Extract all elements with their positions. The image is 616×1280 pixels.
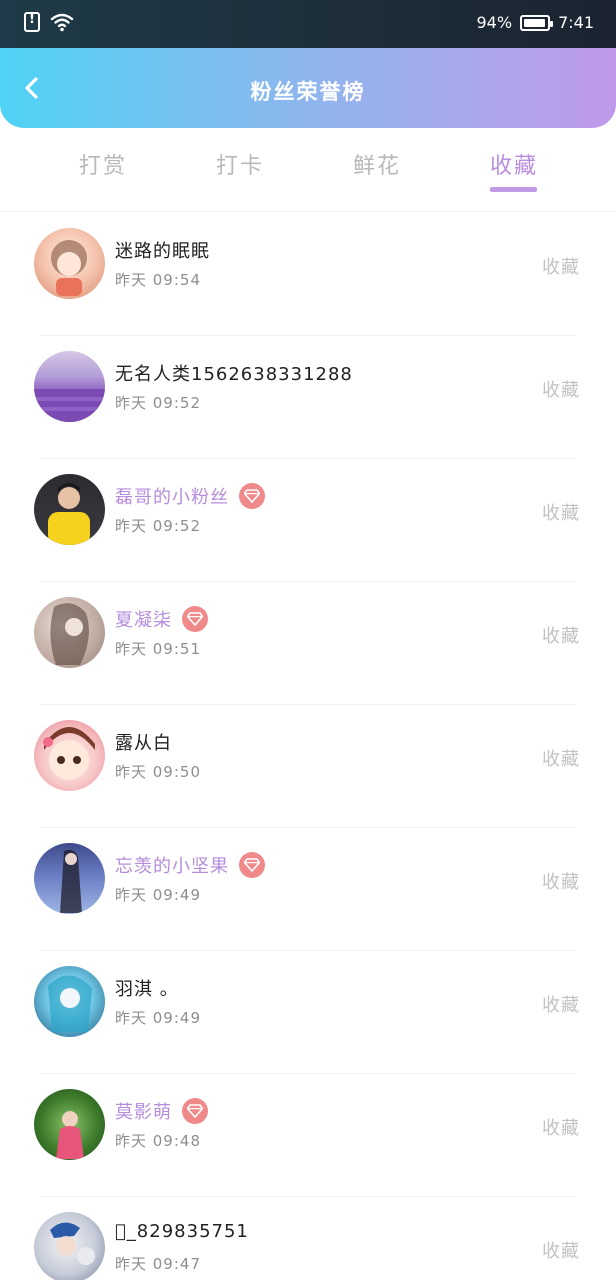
battery-icon — [520, 14, 554, 31]
avatar-image — [50, 1222, 95, 1265]
wifi-icon — [50, 13, 74, 32]
avatar[interactable] — [34, 1212, 105, 1280]
user-name[interactable]: 无名人类1562638331288 — [115, 360, 353, 386]
tab-shoucang[interactable]: 收藏 — [464, 148, 564, 180]
tab-daka[interactable]: 打卡 — [190, 148, 290, 180]
avatar[interactable] — [34, 966, 105, 1037]
diamond-icon — [187, 612, 203, 626]
diamond-icon — [244, 489, 260, 503]
clock: 7:41 — [558, 13, 594, 32]
timestamp: 昨天 09:48 — [115, 1132, 201, 1150]
timestamp: 昨天 09:54 — [115, 271, 201, 289]
user-name[interactable]: 忘羡的小坚果 — [115, 852, 229, 878]
avatar[interactable] — [34, 474, 105, 545]
list-item[interactable]: 磊哥的小粉丝 昨天 09:52 收藏 — [0, 459, 616, 582]
name-line: 忘羡的小坚果 — [115, 852, 265, 878]
action-label: 收藏 — [542, 749, 580, 770]
tab-dashang[interactable]: 打赏 — [53, 148, 153, 180]
vip-diamond-badge — [239, 483, 265, 509]
list-item[interactable]: 露从白 昨天 09:50 收藏 — [0, 705, 616, 828]
action-label: 收藏 — [542, 1241, 580, 1262]
avatar-image — [48, 975, 92, 1032]
action-label: 收藏 — [542, 1118, 580, 1139]
list-item[interactable]: 忘羡的小坚果 昨天 09:49 收藏 — [0, 828, 616, 951]
list-item[interactable]: 羽淇 。 昨天 09:49 收藏 — [0, 951, 616, 1074]
name-line: 露从白 — [115, 729, 172, 755]
list-item[interactable]:  _829835751 昨天 09:47 收藏 — [0, 1197, 616, 1280]
user-name[interactable]: 磊哥的小粉丝 — [115, 483, 229, 509]
name-line:  _829835751 — [115, 1221, 249, 1242]
timestamp: 昨天 09:52 — [115, 517, 201, 535]
battery-level-fill — [524, 18, 545, 27]
timestamp: 昨天 09:52 — [115, 394, 201, 412]
name-line: 磊哥的小粉丝 — [115, 483, 265, 509]
avatar-image — [34, 389, 105, 422]
avatar[interactable] — [34, 843, 105, 914]
action-label: 收藏 — [542, 626, 580, 647]
active-tab-indicator — [490, 187, 537, 192]
diamond-icon — [187, 1104, 203, 1118]
timestamp: 昨天 09:49 — [115, 886, 201, 904]
action-label: 收藏 — [542, 503, 580, 524]
vip-diamond-badge — [239, 852, 265, 878]
status-bar: 94% 7:41 — [0, 0, 616, 48]
battery-percent: 94% — [476, 13, 513, 32]
action-label: 收藏 — [542, 257, 580, 278]
user-name[interactable]:  _829835751 — [115, 1221, 249, 1242]
name-line: 夏凝柒 — [115, 606, 208, 632]
avatar[interactable] — [34, 720, 105, 791]
diamond-icon — [244, 858, 260, 872]
sim-alert-icon — [24, 12, 40, 32]
avatar-image — [43, 727, 95, 780]
list-item[interactable]: 无名人类1562638331288 昨天 09:52 收藏 — [0, 336, 616, 459]
avatar[interactable] — [34, 228, 105, 299]
vip-diamond-badge — [182, 1098, 208, 1124]
vip-diamond-badge — [182, 606, 208, 632]
timestamp: 昨天 09:50 — [115, 763, 201, 781]
action-label: 收藏 — [542, 872, 580, 893]
action-label: 收藏 — [542, 995, 580, 1016]
timestamp: 昨天 09:47 — [115, 1255, 201, 1273]
user-name[interactable]: 夏凝柒 — [115, 606, 172, 632]
avatar-image — [48, 483, 90, 545]
avatar-image — [60, 849, 82, 913]
avatar-image — [51, 240, 87, 296]
timestamp: 昨天 09:49 — [115, 1009, 201, 1027]
list-item[interactable]: 夏凝柒 昨天 09:51 收藏 — [0, 582, 616, 705]
name-line: 迷路的眠眠 — [115, 237, 210, 263]
list-item[interactable]: 迷路的眠眠 昨天 09:54 收藏 — [0, 213, 616, 336]
user-name[interactable]: 莫影萌 — [115, 1098, 172, 1124]
name-line: 羽淇 。 — [115, 975, 179, 1001]
name-line: 无名人类1562638331288 — [115, 360, 353, 386]
user-name[interactable]: 露从白 — [115, 729, 172, 755]
header-bar: 粉丝荣誉榜 — [0, 48, 616, 128]
avatar[interactable] — [34, 351, 105, 422]
avatar[interactable] — [34, 597, 105, 668]
timestamp: 昨天 09:51 — [115, 640, 201, 658]
tab-xianhua[interactable]: 鲜花 — [327, 148, 427, 180]
list-item[interactable]: 莫影萌 昨天 09:48 收藏 — [0, 1074, 616, 1197]
user-name[interactable]: 羽淇 。 — [115, 975, 179, 1001]
status-bar-right: 94% 7:41 — [477, 13, 595, 32]
action-label: 收藏 — [542, 380, 580, 401]
status-bar-left — [24, 12, 74, 32]
avatar-image — [56, 1111, 84, 1159]
tab-bar: 打赏 打卡 鲜花 收藏 — [0, 128, 616, 212]
page-title: 粉丝荣誉榜 — [250, 80, 366, 104]
avatar-image — [50, 603, 89, 665]
user-name[interactable]: 迷路的眠眠 — [115, 237, 210, 263]
avatar[interactable] — [34, 1089, 105, 1160]
name-line: 莫影萌 — [115, 1098, 208, 1124]
